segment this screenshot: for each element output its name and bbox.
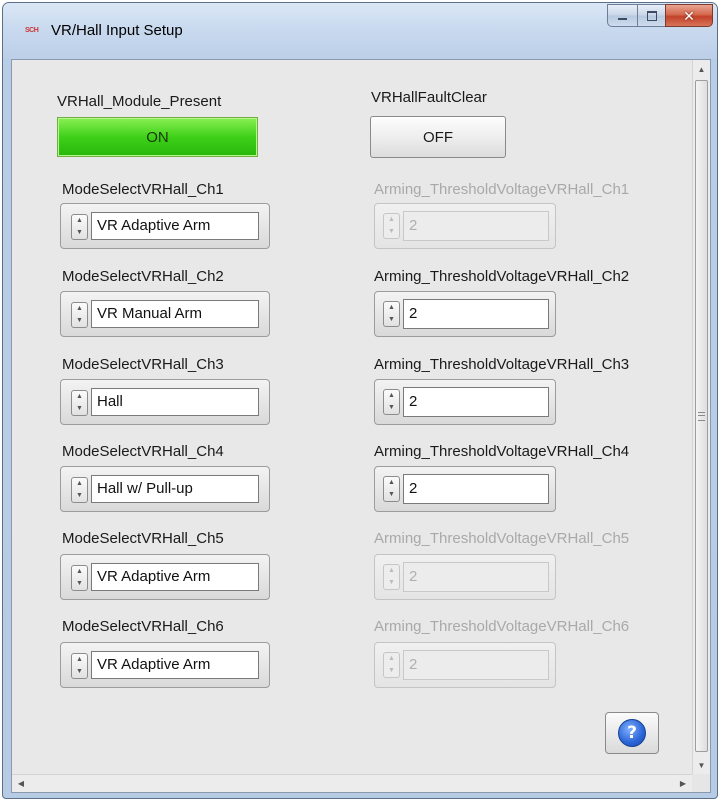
threshold-ch1-spinner-icon: ▲ ▼ [383, 213, 400, 239]
mode-ch6-ring: ▲ ▼ VR Adaptive Arm [60, 642, 270, 688]
mode-ch5-ring: ▲ ▼ VR Adaptive Arm [60, 554, 270, 600]
mode-ch3-label: ModeSelectVRHall_Ch3 [62, 356, 224, 373]
mode-ch2-spinner-icon[interactable]: ▲ ▼ [71, 302, 88, 328]
threshold-ch1-label: Arming_ThresholdVoltageVRHall_Ch1 [374, 181, 630, 198]
horizontal-scrollbar[interactable]: ◀ ▶ [12, 774, 692, 792]
threshold-ch3-label: Arming_ThresholdVoltageVRHall_Ch3 [374, 356, 630, 373]
panel-content: VRHall_Module_Present ON VRHallFaultClea… [12, 60, 692, 774]
scroll-right-icon[interactable]: ▶ [674, 775, 692, 792]
mode-ch4-spinner-icon[interactable]: ▲ ▼ [71, 477, 88, 503]
threshold-ch3-spinner-icon[interactable]: ▲ ▼ [383, 389, 400, 415]
scrollbar-corner [692, 774, 710, 792]
grip-icon [698, 411, 705, 421]
app-window: SCH VR/Hall Input Setup ✕ VRHall_Module_… [2, 2, 718, 799]
threshold-ch5-label: Arming_ThresholdVoltageVRHall_Ch5 [374, 530, 630, 547]
threshold-ch6-label: Arming_ThresholdVoltageVRHall_Ch6 [374, 618, 630, 635]
mode-ch4-ring: ▲ ▼ Hall w/ Pull-up [60, 466, 270, 512]
scroll-left-icon[interactable]: ◀ [12, 775, 30, 792]
minimize-icon [618, 17, 627, 20]
mode-ch3-ring: ▲ ▼ Hall [60, 379, 270, 425]
threshold-ch1-control: ▲ ▼ 2 [374, 203, 556, 249]
mode-ch6-label: ModeSelectVRHall_Ch6 [62, 618, 224, 635]
threshold-ch5-value: 2 [403, 562, 549, 592]
close-icon: ✕ [683, 7, 695, 24]
help-icon: ? [618, 719, 646, 747]
threshold-ch3-value[interactable]: 2 [403, 387, 549, 417]
threshold-ch5-control: ▲ ▼ 2 [374, 554, 556, 600]
mode-ch1-value[interactable]: VR Adaptive Arm [91, 212, 259, 240]
threshold-ch2-spinner-icon[interactable]: ▲ ▼ [383, 301, 400, 327]
fault-clear-button[interactable]: OFF [370, 116, 506, 158]
threshold-ch5-spinner-icon: ▲ ▼ [383, 564, 400, 590]
minimize-button[interactable] [607, 4, 637, 27]
maximize-icon [646, 10, 657, 21]
fault-clear-label: VRHallFaultClear [371, 89, 487, 106]
threshold-ch6-spinner-icon: ▲ ▼ [383, 652, 400, 678]
mode-ch3-value[interactable]: Hall [91, 388, 259, 416]
threshold-ch1-value: 2 [403, 211, 549, 241]
mode-ch6-spinner-icon[interactable]: ▲ ▼ [71, 653, 88, 679]
caption-buttons: ✕ [607, 4, 713, 27]
mode-ch3-spinner-icon[interactable]: ▲ ▼ [71, 390, 88, 416]
mode-ch1-label: ModeSelectVRHall_Ch1 [62, 181, 224, 198]
vertical-scroll-thumb[interactable] [695, 80, 708, 752]
vertical-scrollbar[interactable]: ▲ ▼ [692, 60, 710, 774]
module-present-label: VRHall_Module_Present [57, 93, 222, 110]
threshold-ch2-value[interactable]: 2 [403, 299, 549, 329]
module-present-indicator: ON [57, 117, 258, 157]
threshold-ch6-value: 2 [403, 650, 549, 680]
threshold-ch6-control: ▲ ▼ 2 [374, 642, 556, 688]
title-bar[interactable]: SCH VR/Hall Input Setup ✕ [3, 3, 717, 59]
maximize-button[interactable] [637, 4, 665, 27]
threshold-ch4-spinner-icon[interactable]: ▲ ▼ [383, 476, 400, 502]
mode-ch2-value[interactable]: VR Manual Arm [91, 300, 259, 328]
help-button[interactable]: ? [605, 712, 659, 754]
mode-ch4-label: ModeSelectVRHall_Ch4 [62, 443, 224, 460]
mode-ch5-label: ModeSelectVRHall_Ch5 [62, 530, 224, 547]
mode-ch6-value[interactable]: VR Adaptive Arm [91, 651, 259, 679]
threshold-ch4-control: ▲ ▼ 2 [374, 466, 556, 512]
mode-ch2-label: ModeSelectVRHall_Ch2 [62, 268, 224, 285]
threshold-ch3-control: ▲ ▼ 2 [374, 379, 556, 425]
threshold-ch2-control: ▲ ▼ 2 [374, 291, 556, 337]
close-button[interactable]: ✕ [665, 4, 713, 27]
mode-ch2-ring: ▲ ▼ VR Manual Arm [60, 291, 270, 337]
mode-ch1-spinner-icon[interactable]: ▲ ▼ [71, 214, 88, 240]
mode-ch1-ring: ▲ ▼ VR Adaptive Arm [60, 203, 270, 249]
app-icon: SCH [25, 27, 39, 34]
threshold-ch4-value[interactable]: 2 [403, 474, 549, 504]
scroll-up-icon[interactable]: ▲ [693, 60, 710, 78]
window-title: VR/Hall Input Setup [51, 22, 183, 39]
threshold-ch4-label: Arming_ThresholdVoltageVRHall_Ch4 [374, 443, 630, 460]
mode-ch5-value[interactable]: VR Adaptive Arm [91, 563, 259, 591]
scroll-down-icon[interactable]: ▼ [693, 756, 710, 774]
threshold-ch2-label: Arming_ThresholdVoltageVRHall_Ch2 [374, 268, 630, 285]
mode-ch4-value[interactable]: Hall w/ Pull-up [91, 475, 259, 503]
front-panel: VRHall_Module_Present ON VRHallFaultClea… [11, 59, 711, 793]
mode-ch5-spinner-icon[interactable]: ▲ ▼ [71, 565, 88, 591]
